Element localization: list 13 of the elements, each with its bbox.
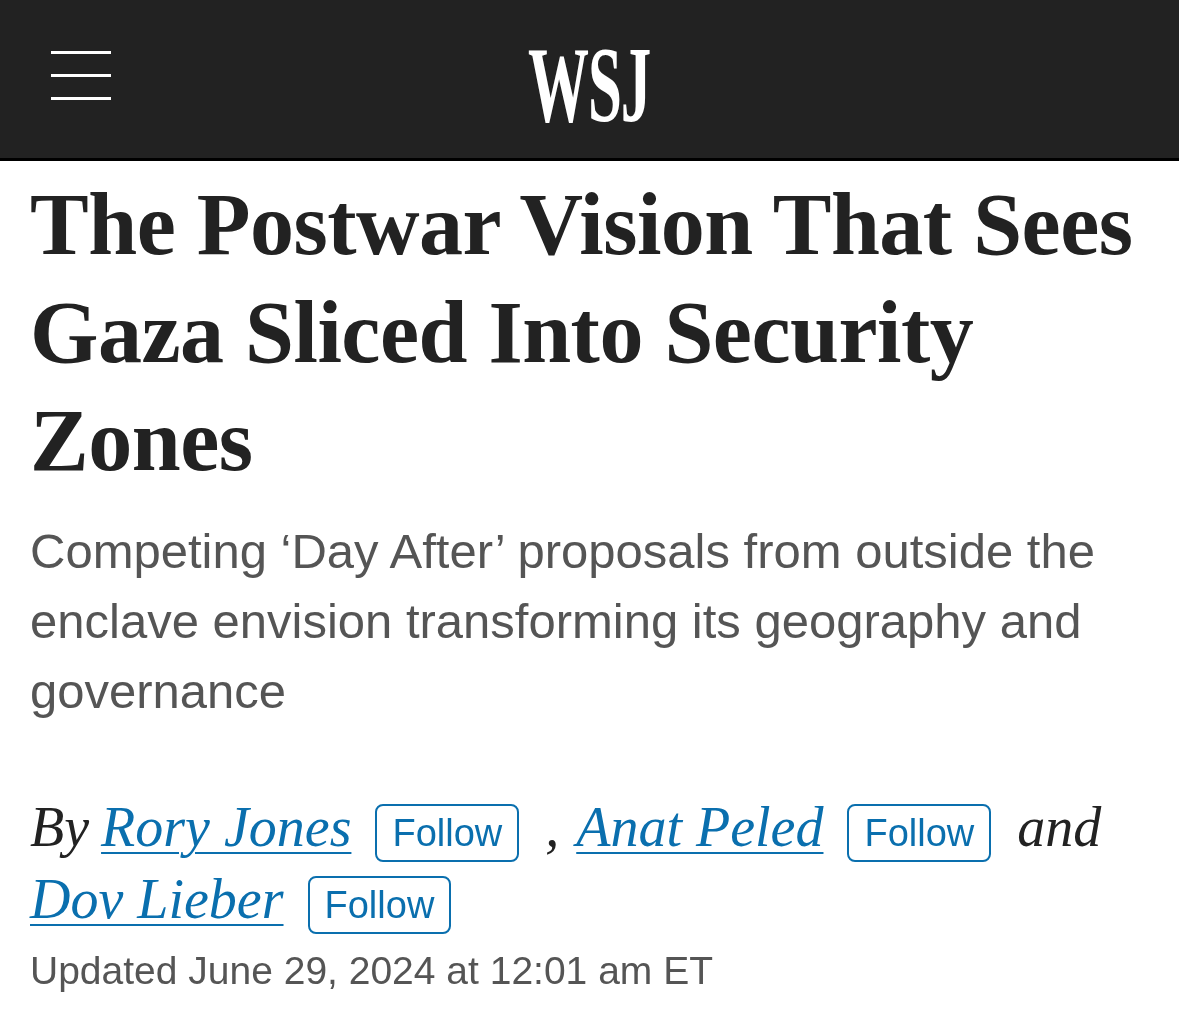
updated-timestamp: Updated June 29, 2024 at 12:01 am ET (30, 948, 714, 994)
wsj-logo[interactable]: WSJ (528, 45, 651, 125)
author-link[interactable]: Rory Jones (101, 798, 352, 856)
author-link[interactable]: Dov Lieber (30, 870, 284, 928)
follow-button[interactable]: Follow (307, 876, 452, 934)
follow-button[interactable]: Follow (847, 804, 992, 862)
byline-prefix: By (30, 798, 90, 856)
byline-separator: and (1017, 798, 1102, 856)
subheadline: Competing ‘Day After’ proposals from outside the enclave envision transforming its geography and governance (30, 523, 1096, 720)
follow-button[interactable]: Follow (375, 804, 520, 862)
menu-icon[interactable] (51, 51, 111, 100)
byline-separator: , (545, 798, 560, 856)
headline: The Postwar Vision That Sees Gaza Sliced Into Security Zones (30, 175, 1134, 491)
